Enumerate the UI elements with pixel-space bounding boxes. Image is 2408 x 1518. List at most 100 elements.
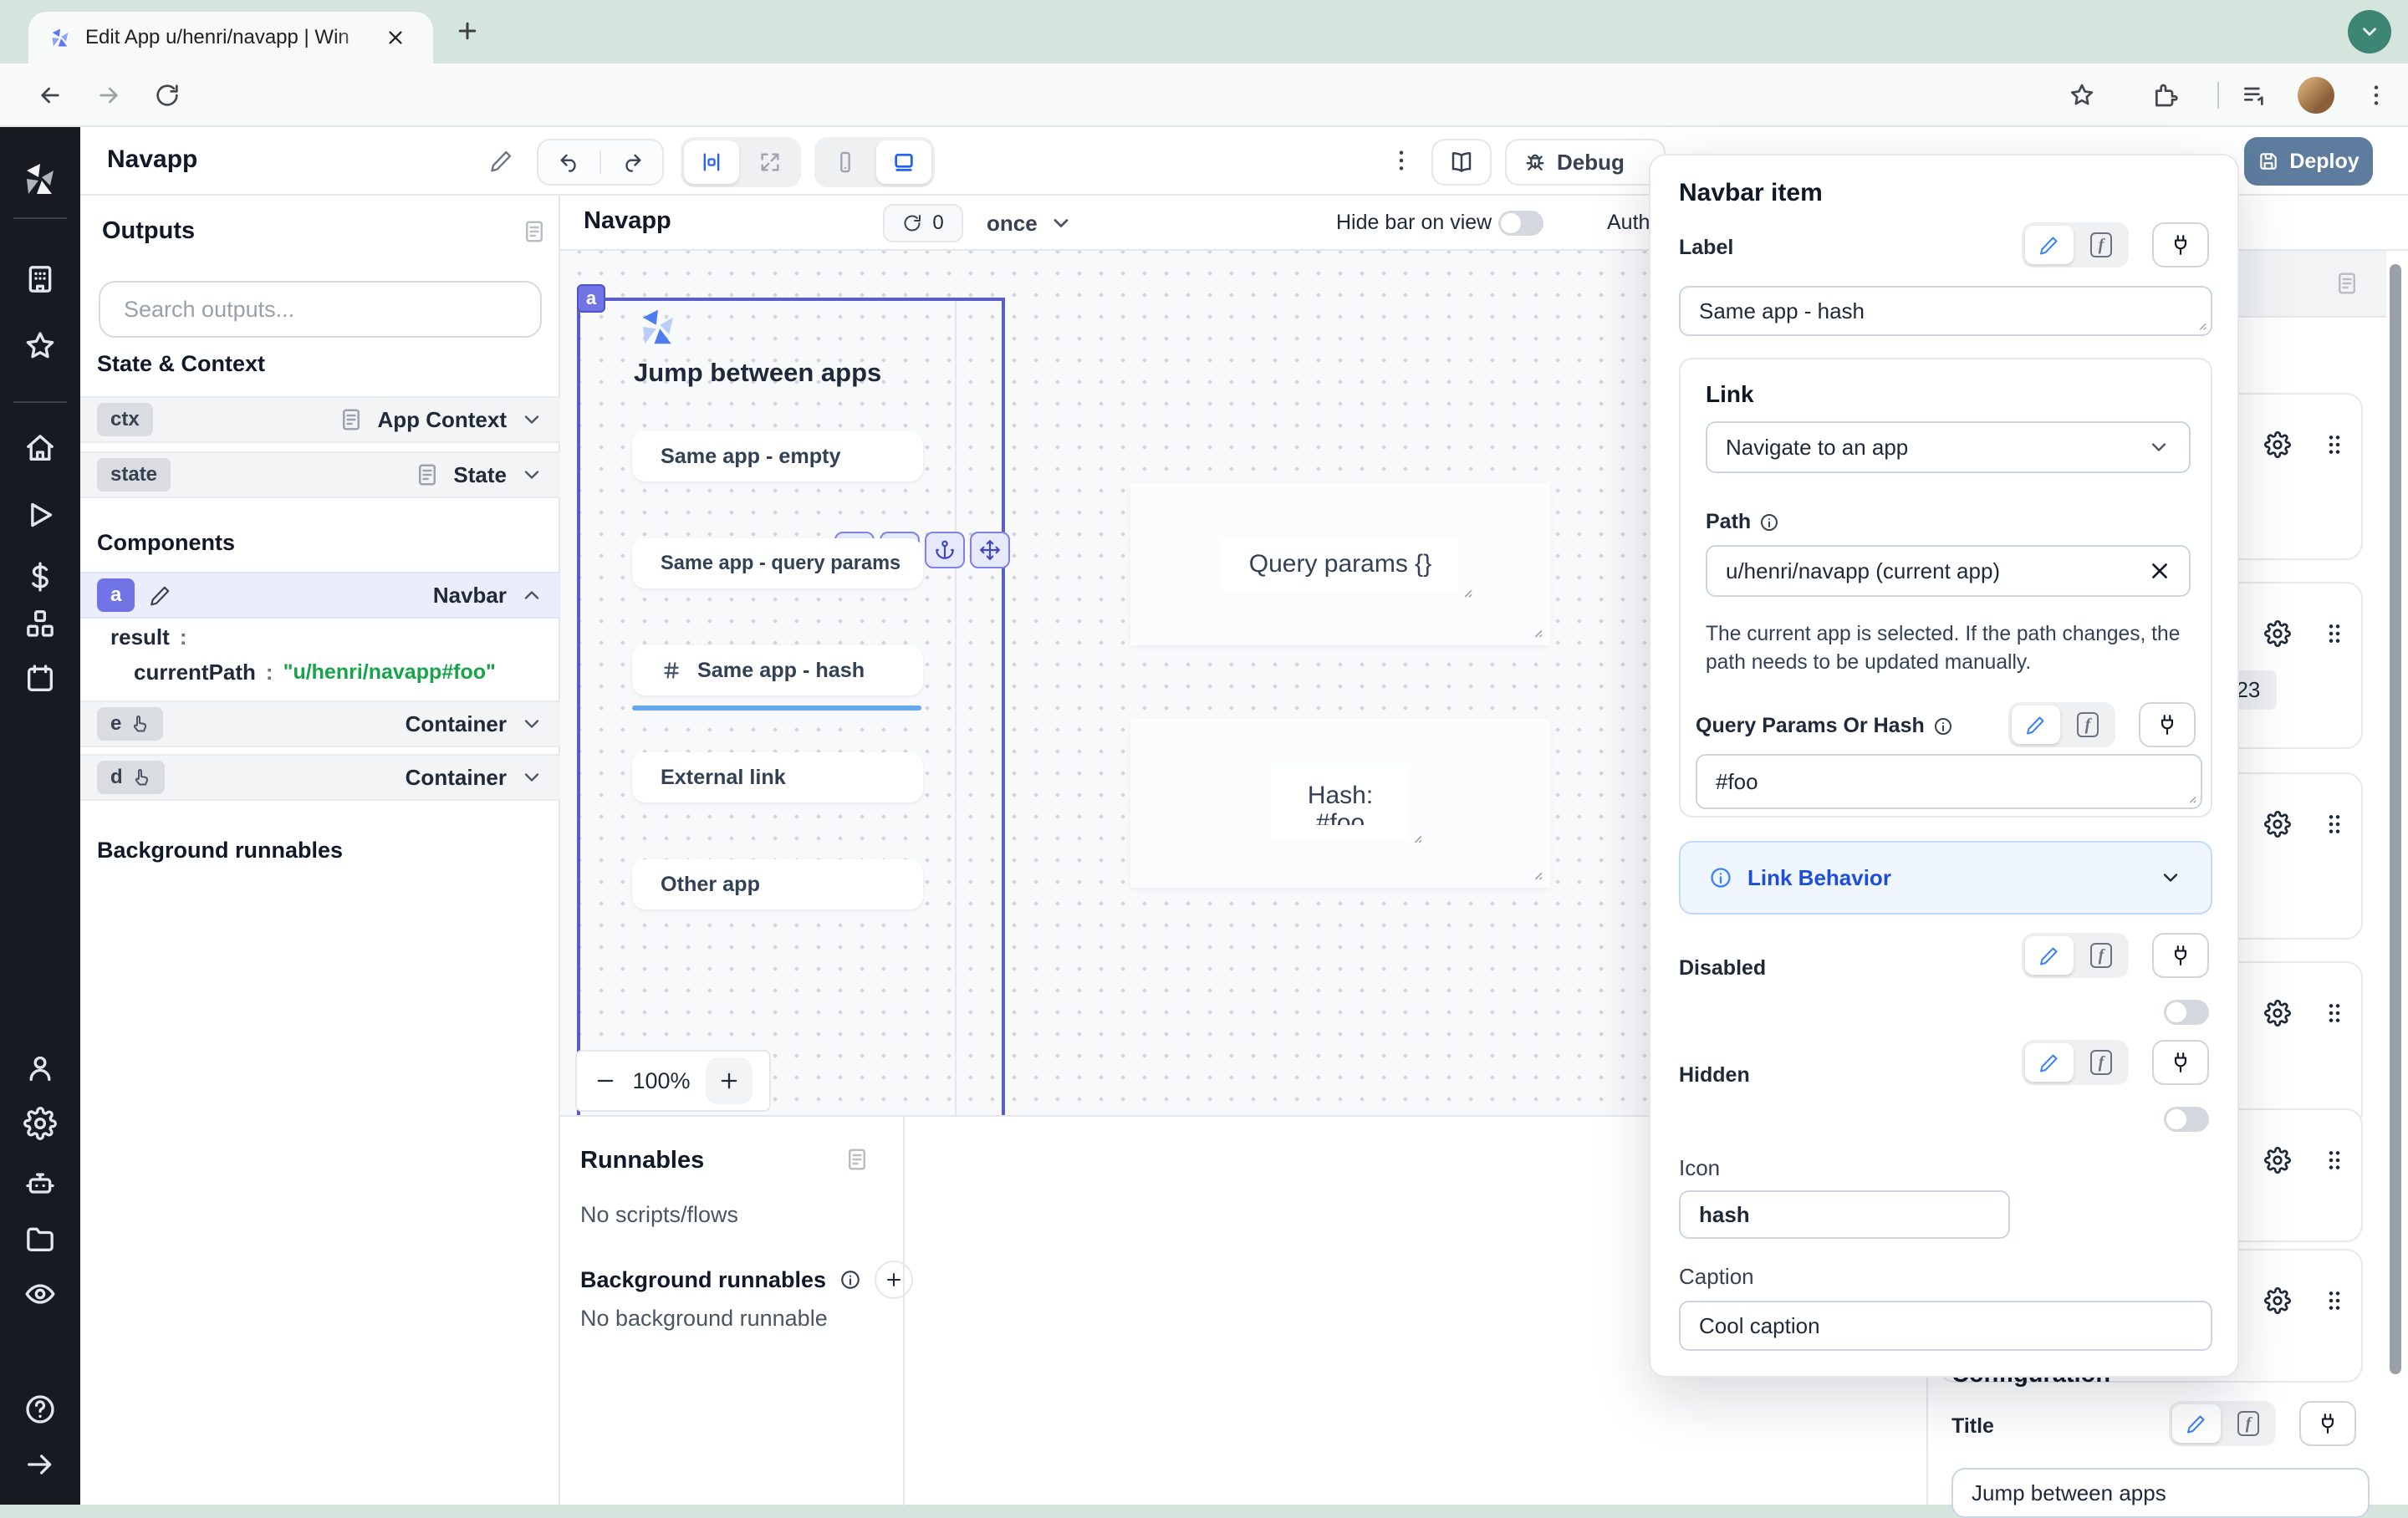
card-gear-icon[interactable] [2264,1147,2291,1174]
forward-icon[interactable] [95,82,122,109]
browser-menu-kebab-icon[interactable] [2363,82,2390,109]
hidden-toggle[interactable] [2164,1107,2209,1132]
resize-corner-icon[interactable] [1406,828,1423,844]
function-mode-button[interactable]: f [2224,1404,2273,1443]
bookmark-star-icon[interactable] [2069,82,2095,109]
nav-item-external-link[interactable]: External link [632,752,923,802]
function-mode-button[interactable]: f [2077,226,2125,264]
runnables-divider[interactable] [903,1117,905,1506]
extensions-puzzle-icon[interactable] [2152,82,2179,109]
edit-title-pencil-icon[interactable] [490,149,513,172]
media-playlist-icon[interactable] [2241,82,2268,109]
outputs-doc-icon[interactable] [522,219,547,244]
component-move-button[interactable] [970,532,1010,568]
folders-icon[interactable] [23,1222,57,1256]
nav-item-same-app-hash[interactable]: Same app - hash [632,645,923,695]
state-doc-icon[interactable] [415,462,440,487]
state-chevron-down-icon[interactable] [520,463,543,486]
static-pencil-button[interactable] [2025,226,2074,264]
redo-button[interactable] [601,150,662,174]
resize-handle-icon[interactable] [2182,789,2197,804]
resize-corner-icon[interactable] [1527,622,1543,639]
a-chevron-up-icon[interactable] [520,583,543,607]
config-title-input[interactable]: Jump between apps [1951,1468,2370,1518]
e-chevron-down-icon[interactable] [520,712,543,736]
refresh-counter-button[interactable]: 0 [883,204,963,242]
resources-cubes-icon[interactable] [23,607,57,640]
card-grip-icon[interactable] [2321,1287,2348,1314]
schedule-dropdown[interactable]: once [987,204,1073,242]
nav-item-same-app-empty[interactable]: Same app - empty [632,431,923,481]
debug-button[interactable]: Debug [1505,139,1666,186]
d-chevron-down-icon[interactable] [520,766,543,789]
query-params-connect-plug-button[interactable] [2139,702,2196,747]
variables-dollar-icon[interactable] [23,560,57,593]
users-person-icon[interactable] [23,1052,57,1085]
add-background-runnable-button[interactable] [875,1261,913,1299]
fullwidth-layout-button[interactable] [742,140,798,184]
hash-box[interactable]: Hash: #foo [1130,719,1550,888]
output-row-ctx[interactable]: ctx App Context [80,396,560,443]
zoom-in-button[interactable] [706,1057,752,1104]
card-grip-icon[interactable] [2321,620,2348,647]
hidden-connect-plug-button[interactable] [2152,1040,2209,1085]
path-input[interactable]: u/henri/navapp (current app) [1706,545,2191,597]
docs-book-button[interactable] [1431,139,1492,186]
query-params-input[interactable]: #foo [1696,754,2202,809]
label-connect-plug-button[interactable] [2152,222,2209,267]
info-icon[interactable] [839,1269,861,1291]
card-gear-icon[interactable] [2264,1000,2291,1026]
static-pencil-button[interactable] [2025,936,2074,975]
card-gear-icon[interactable] [2264,620,2291,647]
zoom-out-minus-icon[interactable] [594,1069,617,1093]
new-tab-icon[interactable] [455,18,480,43]
settings-doc-icon[interactable] [2334,271,2360,296]
mobile-view-button[interactable] [818,140,873,184]
icon-input[interactable]: hash [1679,1190,2010,1239]
clear-x-icon[interactable] [2149,560,2171,582]
output-row-container-d[interactable]: d Container [80,754,560,801]
nav-item-query-params[interactable]: Same app - query params [632,538,923,588]
hide-bar-toggle[interactable] [1498,211,1543,236]
current-path-line[interactable]: currentPath : "u/henri/navapp#foo" [134,652,496,692]
scrollbar-thumb[interactable] [2390,264,2401,1374]
card-gear-icon[interactable] [2264,431,2291,458]
result-line[interactable]: result : [110,617,186,657]
static-pencil-button[interactable] [2012,706,2060,744]
workers-robot-icon[interactable] [23,1167,57,1200]
function-mode-button[interactable]: f [2064,706,2112,744]
component-anchor-button[interactable] [925,532,965,568]
search-outputs-input[interactable] [99,281,542,338]
nav-item-other-app[interactable]: Other app [632,859,923,909]
browser-tab[interactable]: Edit App u/henri/navapp | Win [28,12,433,64]
output-row-navbar-a[interactable]: a Navbar [80,572,560,619]
a-edit-pencil-icon[interactable] [150,584,171,606]
card-grip-icon[interactable] [2321,1147,2348,1174]
audit-eye-icon[interactable] [23,1277,57,1311]
label-input[interactable]: Same app - hash [1679,286,2212,336]
query-params-info-icon[interactable] [1933,716,1953,736]
card-gear-icon[interactable] [2264,811,2291,838]
schedules-calendar-icon[interactable] [23,662,57,695]
path-info-icon[interactable] [1759,512,1779,532]
reload-icon[interactable] [154,82,181,109]
collapse-arrow-icon[interactable] [23,1448,57,1481]
undo-button[interactable] [538,150,601,174]
settings-gear-icon[interactable] [23,1107,57,1140]
output-row-container-e[interactable]: e Container [80,700,560,747]
component-tag-badge[interactable]: a [577,284,605,313]
disabled-connect-plug-button[interactable] [2152,933,2209,978]
home-icon[interactable] [23,431,57,465]
runnables-doc-icon[interactable] [844,1147,870,1172]
tab-close-icon[interactable] [386,28,405,47]
link-behavior-collapsible[interactable]: Link Behavior [1679,841,2212,914]
resize-handle-icon[interactable] [2192,316,2207,331]
link-type-select[interactable]: Navigate to an app [1706,421,2191,473]
avatar[interactable] [2298,77,2334,114]
disabled-toggle[interactable] [2164,1000,2209,1025]
output-row-state[interactable]: state State [80,451,560,498]
favorites-star-icon[interactable] [23,329,57,363]
card-gear-icon[interactable] [2264,1287,2291,1314]
resize-corner-icon[interactable] [1457,582,1473,599]
back-icon[interactable] [37,82,64,109]
